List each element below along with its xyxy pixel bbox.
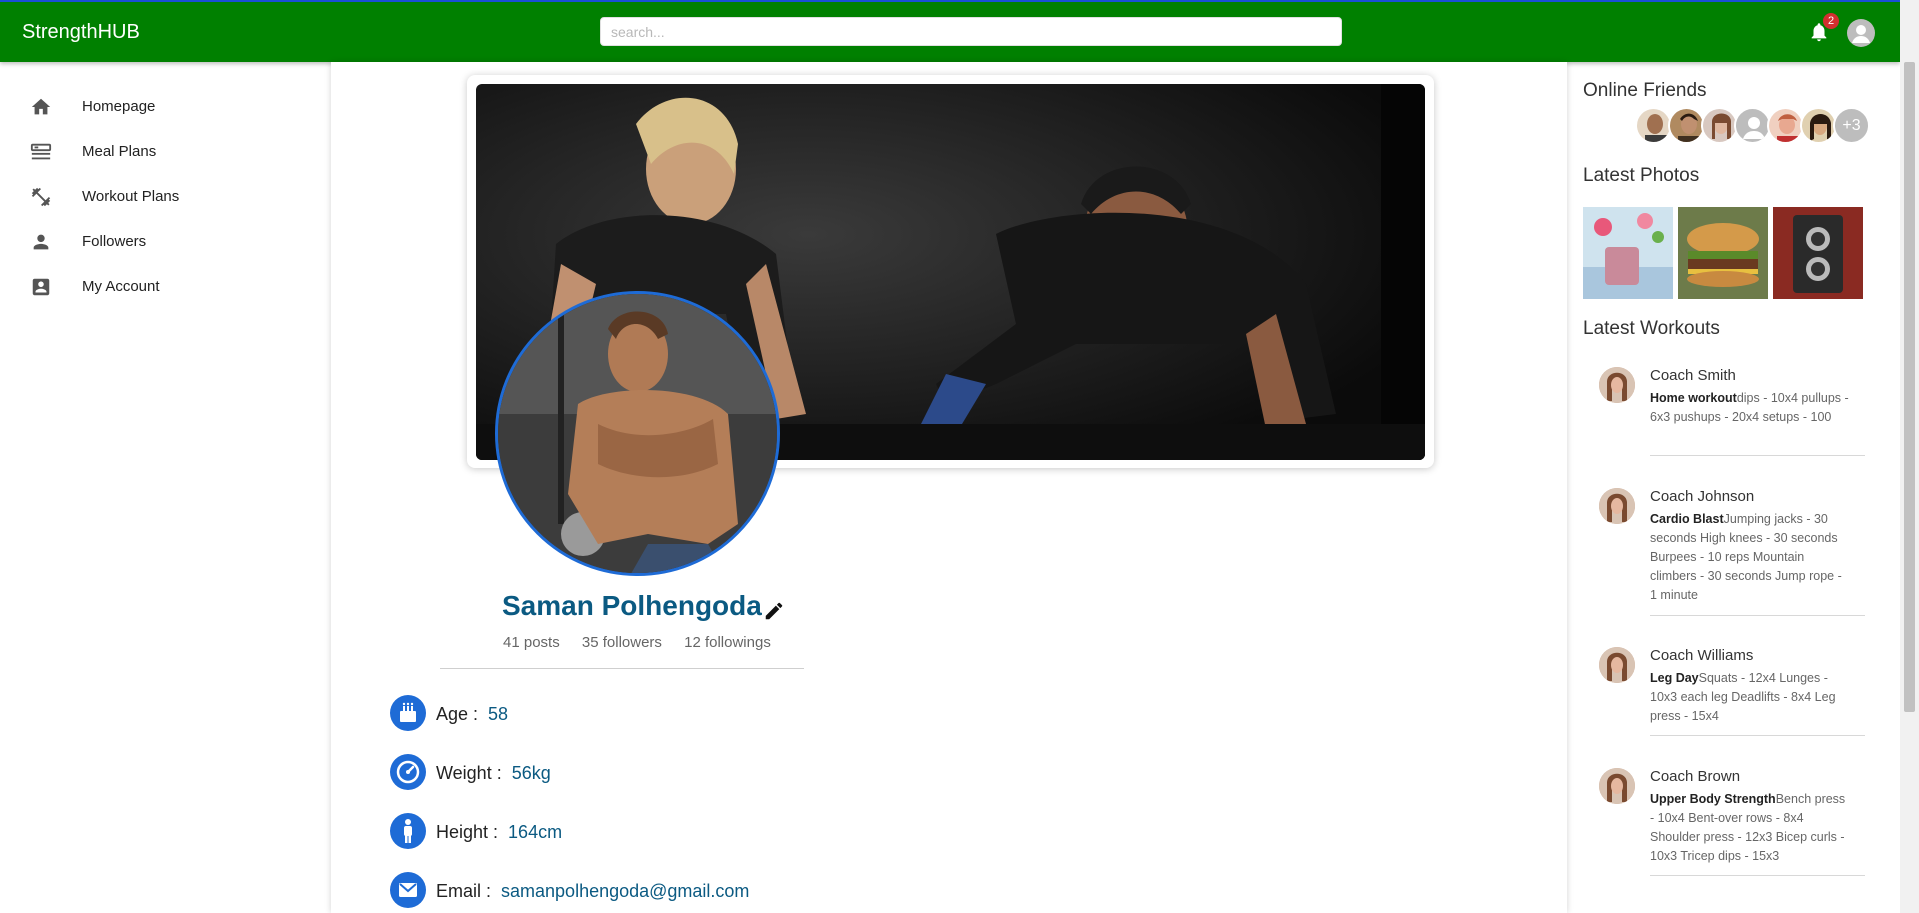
sidebar-item-followers[interactable]: Followers <box>0 219 330 264</box>
sidebar-item-label: Homepage <box>82 98 156 115</box>
scrollbar-thumb[interactable] <box>1904 62 1915 712</box>
coach-name: Coach Williams <box>1650 647 1754 664</box>
info-label: Height : 164cm <box>436 822 562 843</box>
latest-workouts-title: Latest Workouts <box>1583 318 1720 339</box>
info-label: Age : 58 <box>436 704 508 725</box>
workout-title: Home workout <box>1650 391 1737 405</box>
page-scrollbar[interactable] <box>1900 0 1919 913</box>
height-value: 164cm <box>508 822 563 842</box>
height-label: Height : <box>436 822 499 842</box>
divider <box>1650 615 1865 616</box>
workout-title: Leg Day <box>1650 671 1699 685</box>
latest-photo[interactable] <box>1678 207 1768 299</box>
sidebar-item-label: Followers <box>82 233 147 250</box>
sidebar-item-meal-plans[interactable]: Meal Plans <box>0 129 330 174</box>
latest-photo[interactable] <box>1583 207 1673 299</box>
profile-stats: 41 posts 35 followers 12 followings <box>503 634 789 651</box>
friend-avatar[interactable] <box>1701 107 1738 144</box>
followers-count[interactable]: 35 followers <box>582 634 662 651</box>
right-sidebar: Online Friends +3 Latest Photos Latest W… <box>1583 62 1883 913</box>
notification-count-badge: 2 <box>1823 13 1839 29</box>
more-friends-button[interactable]: +3 <box>1833 107 1870 144</box>
fitness-icon <box>31 187 51 207</box>
mail-icon <box>390 872 426 908</box>
edit-pencil-icon[interactable] <box>763 600 785 622</box>
speed-icon <box>390 754 426 790</box>
brand-logo[interactable]: StrengthHUB <box>22 21 140 44</box>
sidebar-item-homepage[interactable]: Homepage <box>0 84 330 129</box>
person-standing-icon <box>390 813 426 849</box>
info-label: Email : samanpolhengoda@gmail.com <box>436 881 749 902</box>
age-value: 58 <box>488 704 509 724</box>
info-label: Weight : 56kg <box>436 763 551 784</box>
email-value[interactable]: samanpolhengoda@gmail.com <box>501 881 749 901</box>
divider <box>1650 455 1865 456</box>
coach-name: Coach Brown <box>1650 768 1741 785</box>
age-label: Age : <box>436 704 479 724</box>
profile-avatar[interactable] <box>495 291 780 576</box>
meal-icon <box>30 143 52 160</box>
account-box-icon <box>32 278 50 296</box>
coach-name: Coach Smith <box>1650 367 1736 384</box>
workout-title: Upper Body Strength <box>1650 792 1776 806</box>
latest-photos-title: Latest Photos <box>1583 165 1700 186</box>
coach-name: Coach Johnson <box>1650 488 1755 505</box>
coach-avatar <box>1599 647 1635 683</box>
email-label: Email : <box>436 881 492 901</box>
friend-avatar[interactable] <box>1635 107 1672 144</box>
search-input[interactable] <box>600 17 1342 46</box>
friend-avatar[interactable] <box>1668 107 1705 144</box>
person-icon <box>33 234 49 250</box>
weight-value: 56kg <box>511 763 551 783</box>
coach-avatar <box>1599 488 1635 524</box>
sidebar-item-my-account[interactable]: My Account <box>0 264 330 309</box>
divider <box>440 668 804 669</box>
divider <box>1650 735 1865 736</box>
online-friends-title: Online Friends <box>1583 80 1707 101</box>
workout-title: Cardio Blast <box>1650 512 1724 526</box>
cake-icon <box>390 695 426 731</box>
sidebar-item-label: Meal Plans <box>82 143 157 160</box>
friend-avatar[interactable] <box>1734 107 1771 144</box>
divider <box>1650 875 1865 876</box>
sidebar-item-workout-plans[interactable]: Workout Plans <box>0 174 330 219</box>
weight-label: Weight : <box>436 763 502 783</box>
coach-avatar <box>1599 768 1635 804</box>
home-icon <box>31 98 51 115</box>
sidebar-item-label: Workout Plans <box>82 188 180 205</box>
sidebar-item-label: My Account <box>82 278 160 295</box>
posts-count[interactable]: 41 posts <box>503 634 560 651</box>
coach-avatar <box>1599 367 1635 403</box>
workout-description: Home workoutdips - 10x4 pullups - 6x3 pu… <box>1650 389 1850 427</box>
latest-photo[interactable] <box>1773 207 1863 299</box>
friend-avatar[interactable] <box>1767 107 1804 144</box>
workout-description: Upper Body StrengthBench press - 10x4 Be… <box>1650 790 1850 866</box>
followings-count[interactable]: 12 followings <box>684 634 771 651</box>
top-app-bar: StrengthHUB 2 <box>0 0 1900 62</box>
user-avatar-icon[interactable] <box>1847 19 1875 47</box>
sidebar-nav: Homepage Meal Plans Workout Plans Follow… <box>0 84 330 309</box>
workout-description: Leg DaySquats - 12x4 Lunges - 10x3 each … <box>1650 669 1850 726</box>
friend-avatar[interactable] <box>1800 107 1837 144</box>
profile-name: Saman Polhengoda <box>502 590 762 621</box>
workout-description: Cardio BlastJumping jacks - 30 seconds H… <box>1650 510 1850 605</box>
